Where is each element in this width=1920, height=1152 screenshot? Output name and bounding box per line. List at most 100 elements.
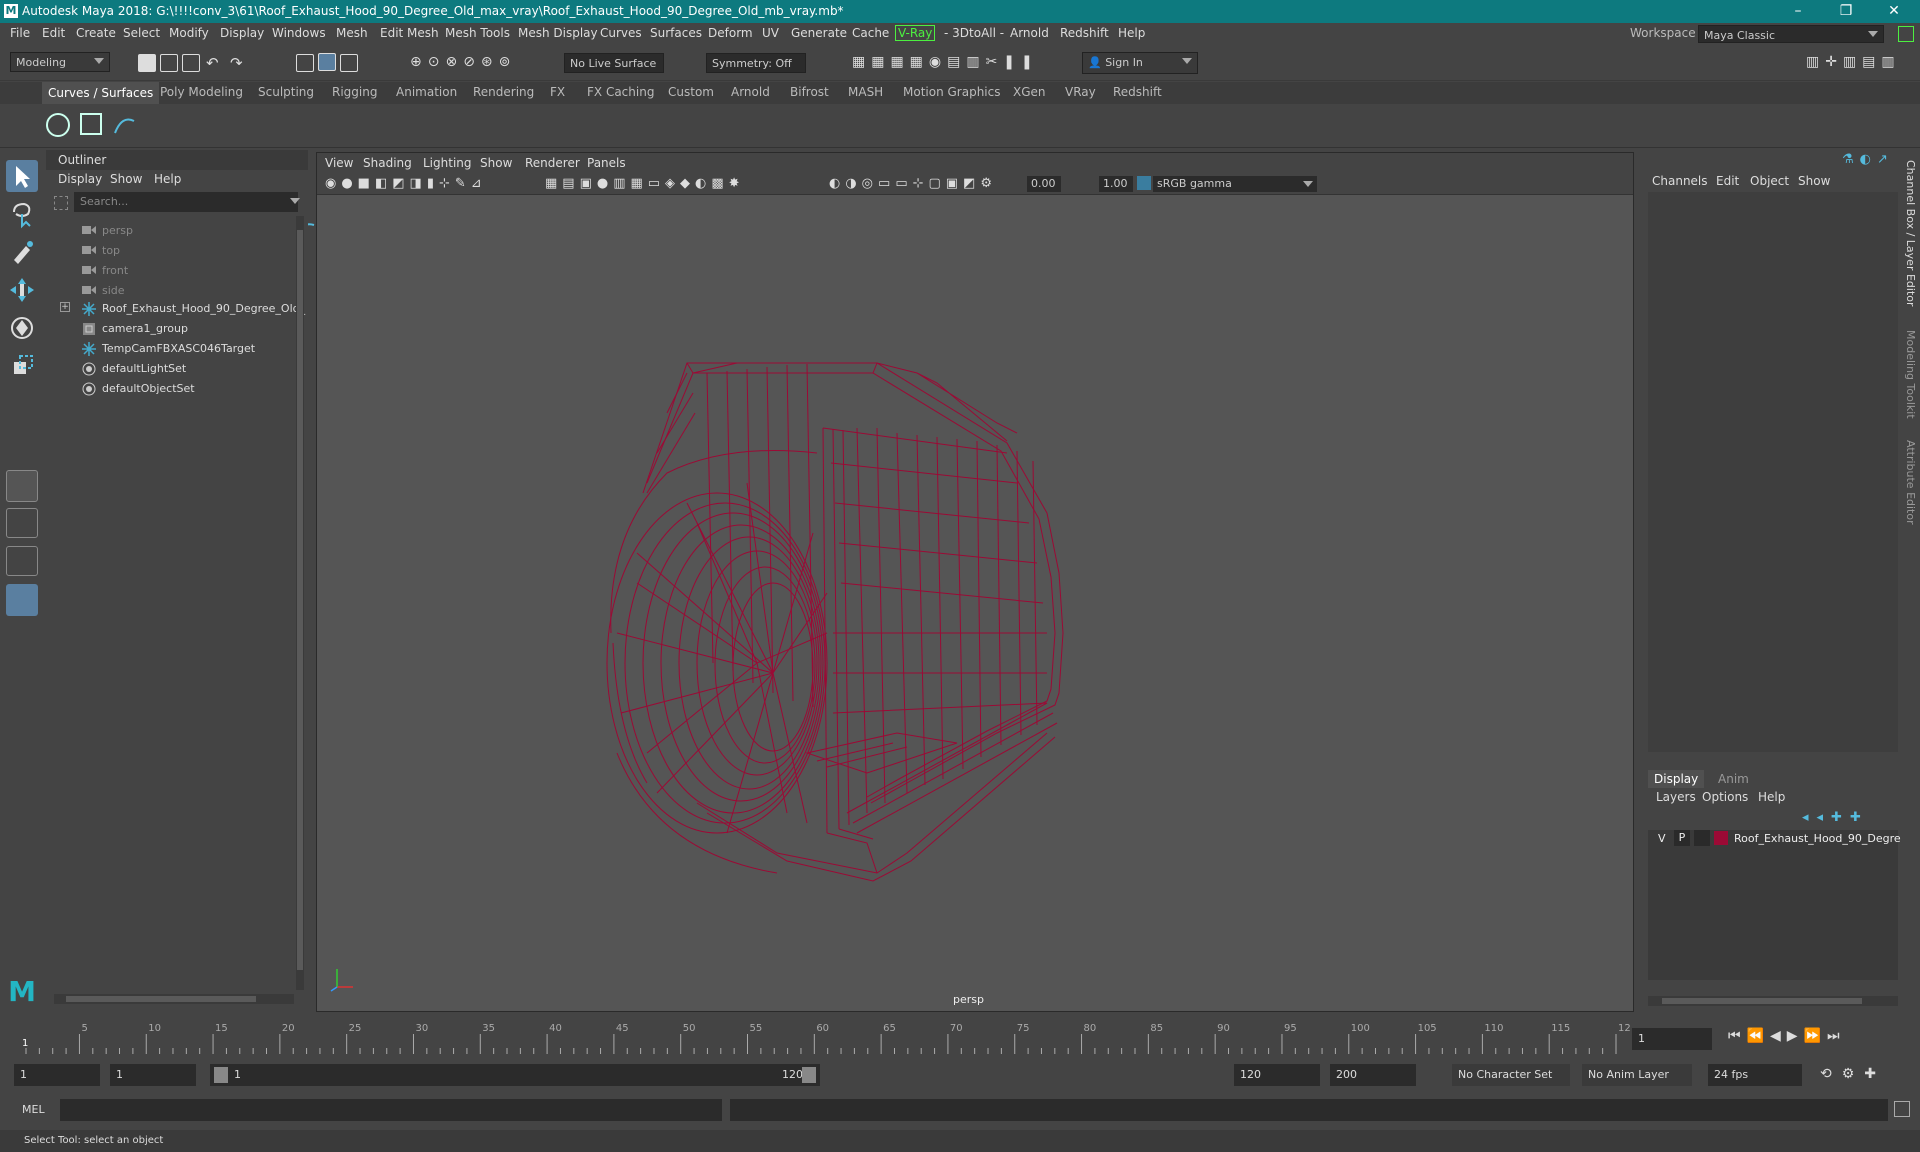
range-slider[interactable]: 1 120 — [210, 1064, 820, 1086]
viewport-menu-shading[interactable]: Shading — [363, 156, 412, 170]
curve-tools-icons[interactable] — [112, 113, 138, 139]
tab-rigging[interactable]: Rigging — [332, 85, 377, 99]
tab-redshift[interactable]: Redshift — [1113, 85, 1162, 99]
symmetry-dropdown[interactable]: Symmetry: Off — [706, 53, 806, 73]
channel-menu-channels[interactable]: Channels — [1652, 174, 1708, 188]
anim-end-field[interactable]: 200 — [1330, 1064, 1416, 1086]
layer-color-swatch[interactable] — [1714, 831, 1728, 845]
panel-layout-icons[interactable]: ▥✛▥▤▥ — [1806, 54, 1901, 70]
anim-layer-dropdown[interactable]: No Anim Layer — [1582, 1064, 1692, 1086]
select-tool-icon[interactable] — [6, 160, 38, 192]
menu-uv[interactable]: UV — [762, 26, 779, 40]
menu-cache[interactable]: Cache — [852, 26, 889, 40]
menu-mesh-display[interactable]: Mesh Display — [518, 26, 598, 40]
menu-mesh-tools[interactable]: Mesh Tools — [445, 26, 510, 40]
camera-tools-icons[interactable]: ◉●■◧◩◨▮⊹✎⊿ — [325, 176, 487, 191]
menu-3dtoall[interactable]: - 3DtoAll - — [944, 26, 1004, 40]
channel-menu-edit[interactable]: Edit — [1716, 174, 1739, 188]
menu-surfaces[interactable]: Surfaces — [650, 26, 702, 40]
tab-arnold[interactable]: Arnold — [731, 85, 770, 99]
select-component-icon[interactable] — [340, 54, 358, 72]
script-language-label[interactable]: MEL — [22, 1103, 45, 1116]
tab-xgen[interactable]: XGen — [1013, 85, 1046, 99]
snap-icons[interactable]: ⊕⊙⊗⊘⊛⊚ — [410, 54, 516, 70]
menu-help[interactable]: Help — [1118, 26, 1145, 40]
lasso-tool-icon[interactable] — [6, 198, 38, 230]
start-time-field[interactable]: 1 — [14, 1064, 100, 1086]
menu-create[interactable]: Create — [76, 26, 116, 40]
nurbs-circle-icon[interactable] — [46, 113, 70, 137]
exposure-field[interactable]: 0.00 — [1027, 176, 1061, 192]
anim-start-field[interactable]: 1 — [110, 1064, 196, 1086]
outliner-horizontal-scrollbar[interactable] — [54, 994, 294, 1004]
tab-sculpting[interactable]: Sculpting — [258, 85, 314, 99]
character-set-dropdown[interactable]: No Character Set — [1452, 1064, 1570, 1086]
fps-dropdown[interactable]: 24 fps — [1708, 1064, 1802, 1086]
paint-select-tool-icon[interactable] — [6, 236, 38, 268]
playback-options-icons[interactable]: ⟲⚙✚ — [1820, 1066, 1886, 1082]
tab-fx[interactable]: FX — [550, 85, 565, 99]
scale-tool-icon[interactable] — [6, 350, 38, 382]
tab-custom[interactable]: Custom — [668, 85, 714, 99]
range-end-handle[interactable] — [802, 1067, 816, 1083]
maximize-button[interactable]: ❐ — [1830, 1, 1862, 21]
menu-arnold[interactable]: Arnold — [1010, 26, 1049, 40]
tab-rendering[interactable]: Rendering — [473, 85, 534, 99]
move-tool-icon[interactable] — [6, 274, 38, 306]
viewport-menu-lighting[interactable]: Lighting — [423, 156, 472, 170]
menu-edit[interactable]: Edit — [42, 26, 65, 40]
layer-tab-display[interactable]: Display — [1648, 770, 1705, 788]
viewport-menu-renderer[interactable]: Renderer — [525, 156, 580, 170]
end-time-field[interactable]: 120 — [1234, 1064, 1320, 1086]
current-frame-field[interactable]: 1 — [1632, 1028, 1712, 1050]
layer-type-toggle[interactable] — [1694, 830, 1710, 846]
rotate-tool-icon[interactable] — [6, 312, 38, 344]
display-tools-icons[interactable]: ▦▤▣●▥▦▭◈◆◐▩✸ — [545, 176, 745, 191]
menu-edit-mesh[interactable]: Edit Mesh — [380, 26, 439, 40]
search-dropdown-icon[interactable] — [290, 198, 300, 204]
minimize-button[interactable]: – — [1782, 1, 1814, 21]
tab-channel-box-layer-editor[interactable]: Channel Box / Layer Editor — [1904, 160, 1917, 307]
tab-fx-caching[interactable]: FX Caching — [587, 85, 654, 99]
tab-modeling-toolkit[interactable]: Modeling Toolkit — [1904, 330, 1917, 419]
lock-icon[interactable] — [1898, 26, 1914, 42]
live-surface-field[interactable]: No Live Surface — [564, 53, 664, 73]
outliner-vertical-scrollbar[interactable] — [296, 216, 304, 990]
render-icons[interactable]: ▦▦▦▦◉▤▥✂❚❚ — [852, 54, 1039, 70]
command-input[interactable] — [60, 1099, 722, 1121]
layer-menu-layers[interactable]: Layers — [1656, 790, 1696, 804]
layer-menu-help[interactable]: Help — [1758, 790, 1785, 804]
color-space-dropdown[interactable]: sRGB gamma — [1153, 176, 1317, 192]
menu-vray[interactable]: V-Ray — [895, 25, 936, 41]
menu-select[interactable]: Select — [123, 26, 160, 40]
menu-display[interactable]: Display — [220, 26, 264, 40]
menu-curves[interactable]: Curves — [600, 26, 642, 40]
layer-row[interactable]: V P Roof_Exhaust_Hood_90_Degre — [1648, 830, 1901, 848]
tab-mash[interactable]: MASH — [848, 85, 883, 99]
menu-generate[interactable]: Generate — [791, 26, 847, 40]
layer-action-icons[interactable]: ◂◂✚✚ — [1802, 810, 1869, 825]
tab-attribute-editor[interactable]: Attribute Editor — [1904, 440, 1917, 525]
viewport-panel[interactable]: View Shading Lighting Show Renderer Pane… — [316, 152, 1634, 1012]
tab-curves-surfaces[interactable]: Curves / Surfaces — [42, 82, 160, 104]
viewport-menu-panels[interactable]: Panels — [587, 156, 626, 170]
new-scene-icon[interactable] — [138, 54, 156, 72]
expand-icon[interactable]: + — [60, 302, 70, 312]
close-button[interactable]: ✕ — [1878, 1, 1910, 21]
nurbs-square-icon[interactable] — [80, 113, 102, 135]
save-scene-icon[interactable] — [182, 54, 200, 72]
menu-mesh[interactable]: Mesh — [336, 26, 368, 40]
channel-menu-object[interactable]: Object — [1750, 174, 1789, 188]
layer-menu-options[interactable]: Options — [1702, 790, 1748, 804]
sign-in-button[interactable]: 👤 Sign In — [1082, 52, 1198, 74]
current-time-marker[interactable]: 1 — [22, 1038, 28, 1049]
workspace-dropdown[interactable]: Maya Classic — [1698, 25, 1884, 43]
menu-modify[interactable]: Modify — [169, 26, 209, 40]
outliner-menu-display[interactable]: Display — [58, 172, 102, 186]
range-start-handle[interactable] — [214, 1067, 228, 1083]
viewport-menu-show[interactable]: Show — [480, 156, 512, 170]
gamma-field[interactable]: 1.00 — [1099, 176, 1133, 192]
channel-box-toggle-icons[interactable]: ⚗◐↗ — [1842, 152, 1894, 167]
layer-playback-toggle[interactable]: P — [1674, 830, 1690, 846]
tab-motion-graphics[interactable]: Motion Graphics — [903, 85, 1001, 99]
